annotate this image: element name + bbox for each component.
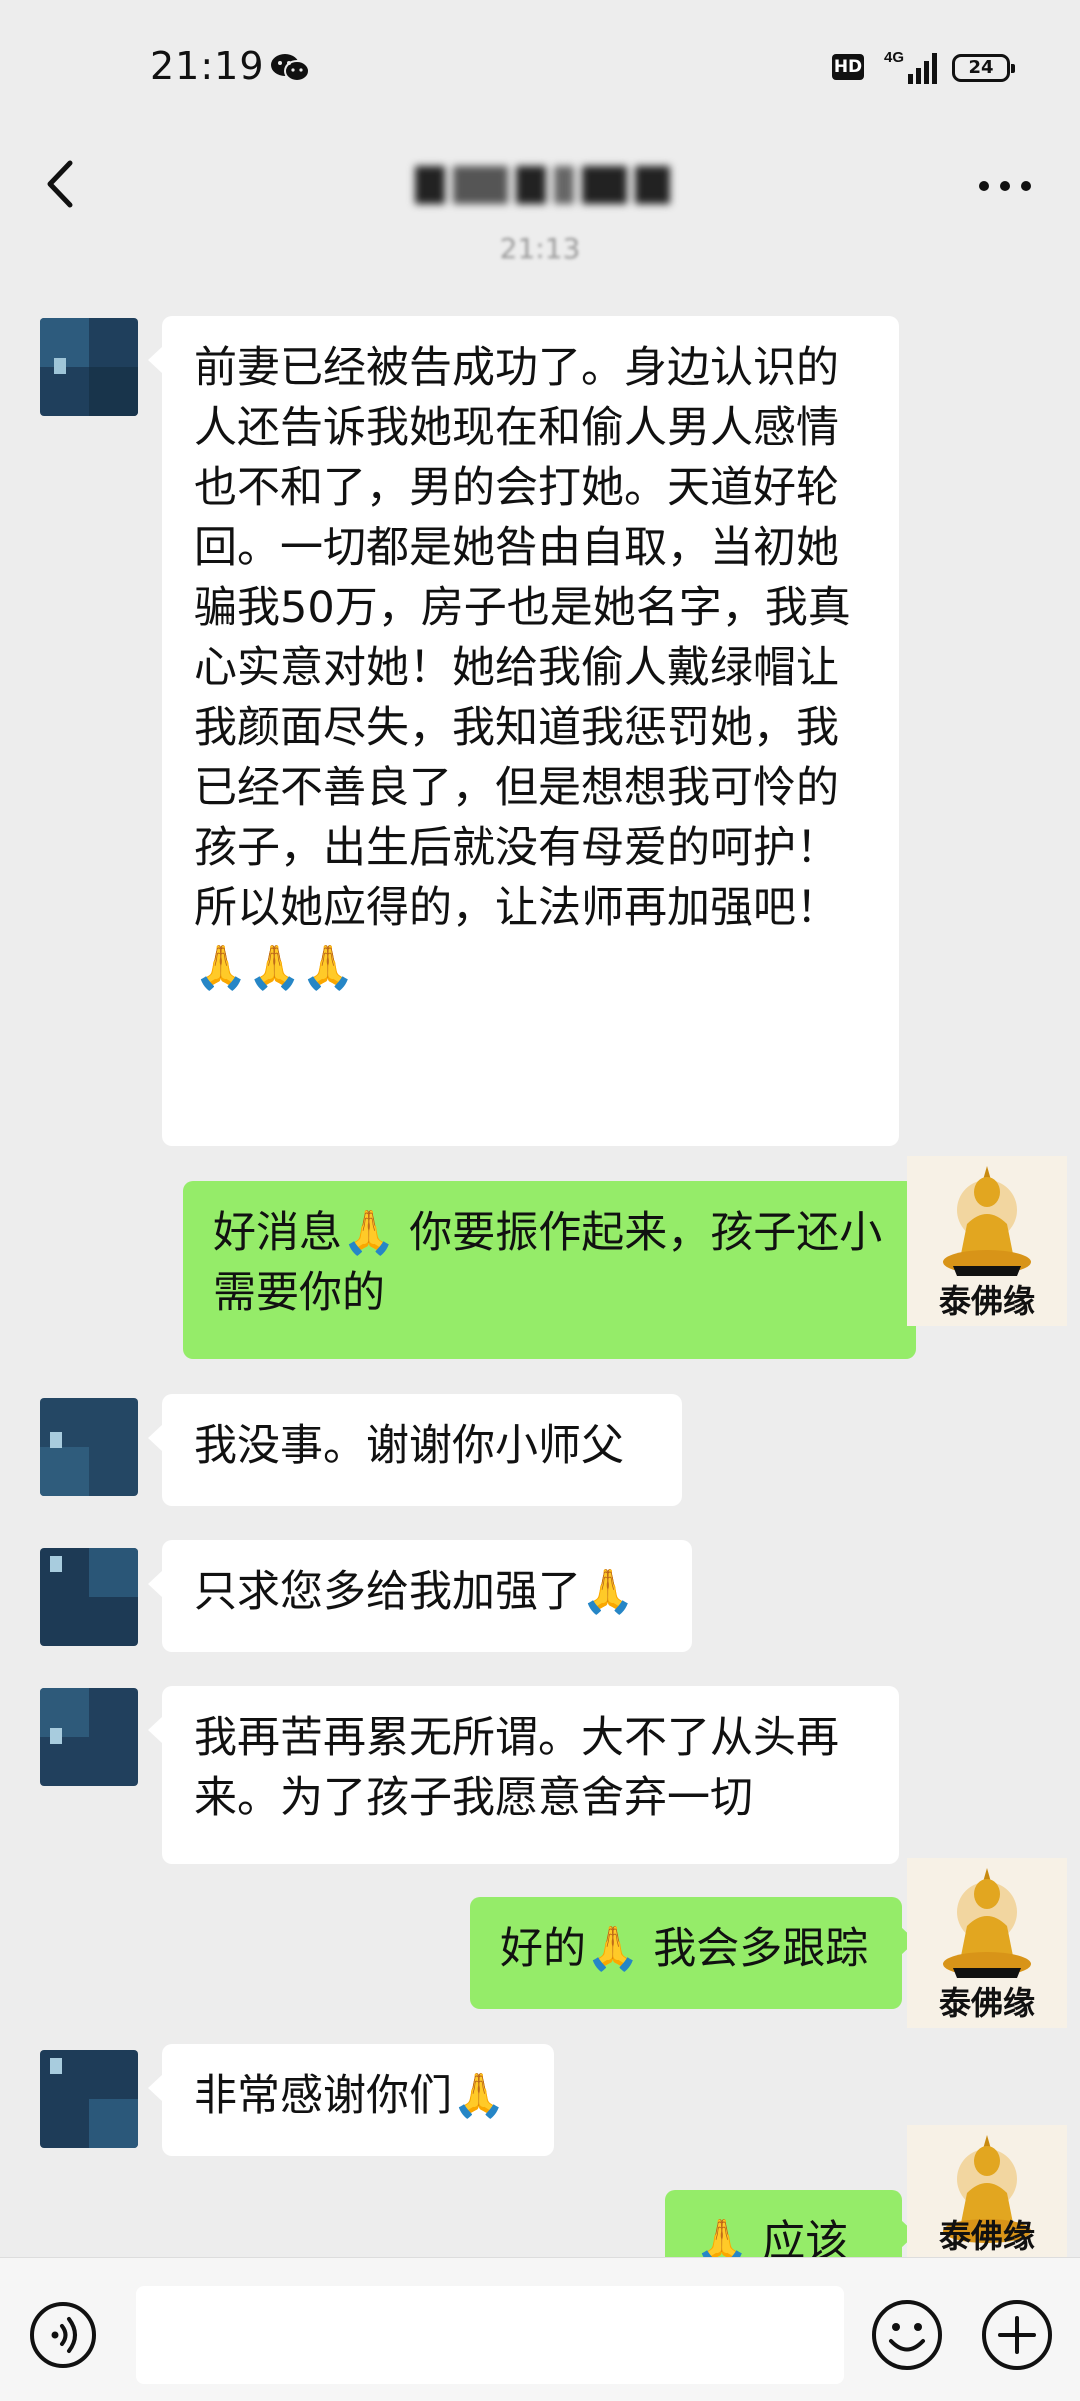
message-bubble[interactable]: 非常感谢你们🙏 [148, 2044, 554, 2156]
contact-avatar[interactable] [40, 1548, 138, 1646]
buddha-icon [943, 1868, 1031, 1978]
message-bubble[interactable]: 好消息🙏 你要振作起来，孩子还小需要你的 [183, 1181, 930, 1359]
network-type-label: 4G [884, 49, 904, 66]
status-bar: 21:19 HD 4G 24 [0, 0, 1080, 135]
message-bubble[interactable]: 好的🙏 我会多跟踪 [470, 1897, 916, 2009]
self-avatar-label: 泰佛缘 [938, 1984, 1035, 2022]
voice-icon[interactable] [28, 2300, 98, 2370]
message-bubble[interactable]: 前妻已经被告成功了。身边认识的人还告诉我她现在和偷人男人感情也不和了，男的会打她… [148, 316, 899, 1146]
message-bubble[interactable]: 我再苦再累无所谓。大不了从头再来。为了孩子我愿意舍弃一切 [148, 1686, 899, 1864]
chevron-left-icon[interactable] [30, 149, 90, 219]
contact-avatar[interactable] [40, 1688, 138, 1786]
contact-avatar[interactable] [40, 1398, 138, 1496]
message-bubble[interactable]: 只求您多给我加强了🙏 [148, 1540, 692, 1652]
message-input[interactable] [136, 2286, 844, 2384]
contact-avatar[interactable] [40, 318, 138, 416]
message-bubble[interactable]: 我没事。谢谢你小师父 [148, 1394, 682, 1506]
message-timestamp: 21:13 [499, 232, 581, 265]
status-time: 21:19 [150, 44, 265, 88]
battery-icon: 24 [952, 54, 1015, 82]
chat-title [415, 155, 680, 215]
message-bubble[interactable]: 🙏 应该的 [665, 2190, 916, 2257]
more-icon[interactable] [970, 161, 1040, 211]
buddha-icon [943, 1166, 1031, 1276]
wechat-icon [271, 54, 310, 82]
chat-input-bar [0, 2257, 1080, 2401]
emoji-icon[interactable] [870, 2298, 944, 2372]
self-avatar[interactable]: 泰佛缘 [907, 2125, 1067, 2257]
self-avatar-label: 泰佛缘 [938, 1282, 1035, 1320]
signal-icon: 4G [884, 49, 937, 84]
chat-header [0, 135, 1080, 235]
hd-badge: HD [832, 54, 864, 80]
plus-icon[interactable] [980, 2298, 1054, 2372]
contact-avatar[interactable] [40, 2050, 138, 2148]
self-avatar[interactable]: 泰佛缘 [907, 1156, 1067, 1326]
self-avatar[interactable]: 泰佛缘 [907, 1858, 1067, 2028]
self-avatar-label: 泰佛缘 [938, 2217, 1035, 2255]
